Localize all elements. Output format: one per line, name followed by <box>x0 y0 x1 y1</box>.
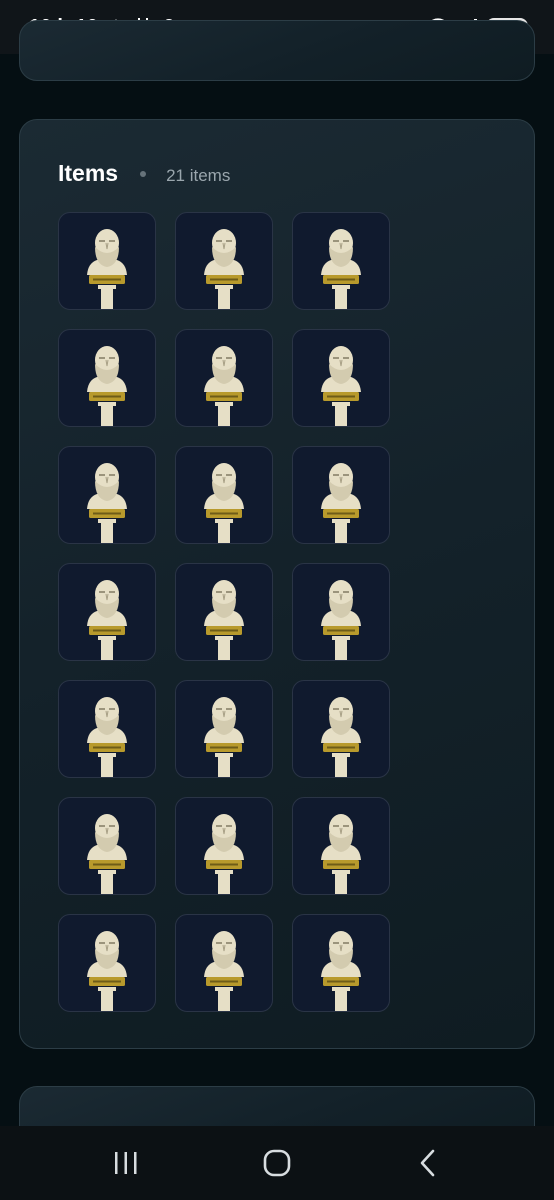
item-tile[interactable] <box>175 563 273 661</box>
item-tile[interactable] <box>292 563 390 661</box>
items-grid <box>58 212 390 1012</box>
item-tile[interactable] <box>292 446 390 544</box>
item-tile[interactable] <box>175 797 273 895</box>
item-tile[interactable] <box>58 680 156 778</box>
bust-statue-icon <box>321 814 361 894</box>
item-tile[interactable] <box>292 914 390 1012</box>
items-count: 21 items <box>166 166 231 185</box>
item-tile[interactable] <box>58 212 156 310</box>
previous-card <box>19 20 535 81</box>
bust-statue-icon <box>87 463 127 543</box>
bust-statue-icon <box>321 229 361 309</box>
item-tile[interactable] <box>175 212 273 310</box>
bust-statue-icon <box>87 931 127 1011</box>
item-tile[interactable] <box>58 446 156 544</box>
bust-statue-icon <box>204 463 244 543</box>
bust-statue-icon <box>204 814 244 894</box>
bust-statue-icon <box>204 697 244 777</box>
home-icon <box>263 1149 291 1177</box>
bust-statue-icon <box>204 931 244 1011</box>
bust-statue-icon <box>204 346 244 426</box>
item-tile[interactable] <box>58 797 156 895</box>
item-tile[interactable] <box>58 329 156 427</box>
separator-dot <box>140 171 147 177</box>
items-card: Items 21 items <box>19 119 535 1049</box>
bust-statue-icon <box>321 463 361 543</box>
bust-statue-icon <box>87 229 127 309</box>
bust-statue-icon <box>321 346 361 426</box>
item-tile[interactable] <box>58 563 156 661</box>
bust-statue-icon <box>204 229 244 309</box>
navigation-bar <box>0 1126 554 1200</box>
bust-statue-icon <box>321 931 361 1011</box>
item-tile[interactable] <box>292 680 390 778</box>
bust-statue-icon <box>87 580 127 660</box>
item-tile[interactable] <box>292 797 390 895</box>
bust-statue-icon <box>321 697 361 777</box>
bust-statue-icon <box>87 697 127 777</box>
items-title: Items <box>58 160 119 186</box>
item-tile[interactable] <box>58 914 156 1012</box>
bust-statue-icon <box>87 346 127 426</box>
bust-statue-icon <box>204 580 244 660</box>
home-button[interactable] <box>247 1133 307 1193</box>
bust-statue-icon <box>321 580 361 660</box>
item-tile[interactable] <box>292 212 390 310</box>
item-tile[interactable] <box>175 680 273 778</box>
back-icon <box>421 1149 435 1177</box>
item-tile[interactable] <box>175 446 273 544</box>
item-tile[interactable] <box>175 329 273 427</box>
item-tile[interactable] <box>175 914 273 1012</box>
item-tile[interactable] <box>292 329 390 427</box>
recent-apps-button[interactable] <box>96 1133 156 1193</box>
bust-statue-icon <box>87 814 127 894</box>
recent-apps-icon <box>114 1152 137 1174</box>
items-header: Items 21 items <box>58 160 230 187</box>
back-button[interactable] <box>398 1133 458 1193</box>
